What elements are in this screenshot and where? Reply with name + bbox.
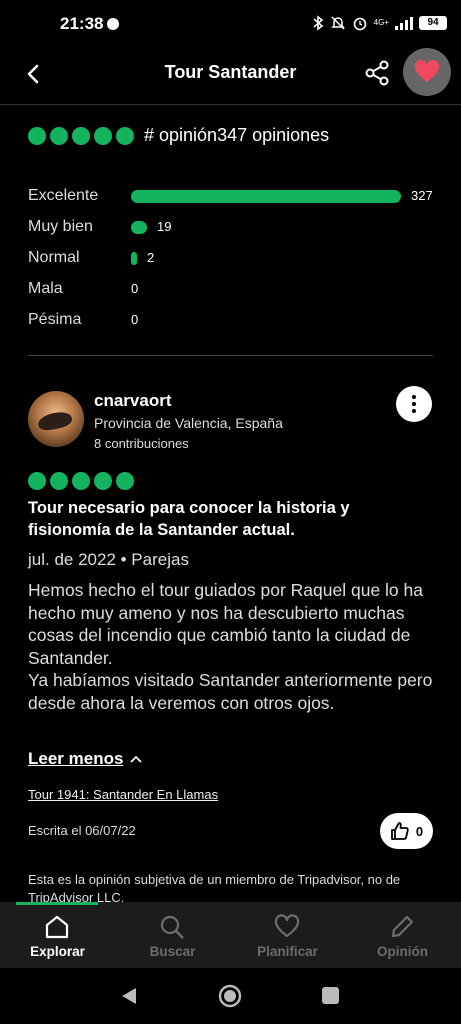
rating-level-label: Muy bien (28, 218, 93, 235)
system-home-icon[interactable] (218, 984, 242, 1008)
system-navigation-bar (0, 968, 461, 1024)
status-time: 21:38 (60, 14, 104, 33)
rating-distribution-row[interactable]: Excelente 327 (28, 183, 438, 214)
written-date: Escrita el 06/07/22 (28, 823, 136, 838)
helpful-vote-button[interactable]: 0 (380, 813, 433, 849)
thumbs-up-icon (390, 822, 409, 840)
mute-bell-icon (330, 16, 345, 30)
battery-icon: 94 (419, 16, 447, 30)
search-icon (160, 915, 184, 939)
tab-planificar[interactable]: Planificar (230, 902, 345, 968)
more-dot-icon (412, 409, 416, 413)
save-favorite-button[interactable] (403, 48, 451, 96)
alarm-icon (353, 17, 366, 31)
signal-icon (395, 16, 413, 30)
more-dot-icon (412, 402, 416, 406)
rating-bar (131, 252, 137, 265)
bluetooth-icon (313, 15, 323, 31)
heart-icon (274, 914, 300, 938)
rating-bubble-icon (72, 126, 90, 145)
app-header: Tour Santander (0, 48, 461, 105)
bottom-navigation: Explorar Buscar Planificar Opinión (0, 902, 461, 968)
rating-level-label: Excelente (28, 187, 99, 204)
rating-distribution-row[interactable]: Mala 0 (28, 276, 438, 307)
tab-label: Planificar (257, 944, 318, 959)
screen: 21:38 4G+ 94 Tour Santander # opinión347… (0, 0, 461, 1024)
rating-bubble-icon (94, 126, 112, 145)
reviewer-name[interactable]: cnarvaort (94, 391, 171, 411)
home-icon (45, 915, 69, 939)
more-options-button[interactable] (396, 386, 432, 422)
rating-bar (131, 221, 147, 234)
divider (28, 355, 433, 356)
rating-level-count: 2 (147, 250, 155, 265)
reviewer-contributions: 8 contribuciones (94, 436, 189, 451)
share-icon[interactable] (362, 58, 392, 88)
reviewer-location: Provincia de Valencia, España (94, 415, 283, 431)
network-type: 4G+ (373, 18, 389, 27)
rating-level-count: 0 (131, 281, 139, 296)
helpful-count: 0 (415, 823, 424, 839)
tab-label: Explorar (30, 944, 85, 959)
rating-distribution: Excelente 327 Muy bien 19 Normal 2 Mala 0 Pésima… (28, 183, 438, 338)
rating-summary: # opinión347 opiniones (28, 125, 329, 146)
tab-label: Buscar (149, 944, 196, 959)
rating-bubble-icon (28, 126, 46, 145)
rating-bubble-icon (72, 472, 90, 490)
rating-level-label: Mala (28, 280, 63, 297)
review-count-text: # opinión347 opiniones (144, 125, 330, 145)
system-back-icon[interactable] (120, 986, 138, 1006)
rating-level-count: 327 (411, 188, 433, 203)
rating-bubble-icon (50, 472, 68, 490)
notification-dot-icon (107, 18, 119, 30)
review-body: Hemos hecho el tour guiados por Raquel q… (28, 580, 433, 713)
review-date-type: jul. de 2022 • Parejas (28, 550, 189, 569)
rating-level-count: 19 (157, 219, 172, 234)
rating-bubble-icon (116, 126, 134, 145)
rating-bubbles (28, 126, 134, 145)
tab-buscar[interactable]: Buscar (115, 902, 230, 968)
more-dot-icon (412, 395, 416, 399)
rating-bubble-icon (50, 126, 68, 145)
pencil-icon (391, 915, 414, 938)
status-bar: 21:38 4G+ 94 (0, 0, 461, 50)
read-less-link[interactable]: Leer menos (28, 749, 123, 769)
rating-distribution-row[interactable]: Muy bien 19 (28, 214, 438, 245)
heart-filled-icon (414, 60, 440, 82)
rating-distribution-row[interactable]: Normal 2 (28, 245, 438, 276)
review-rating-bubbles (28, 472, 134, 490)
tour-link[interactable]: Tour 1941: Santander En Llamas (28, 787, 218, 802)
tab-opinion[interactable]: Opinión (345, 902, 460, 968)
rating-distribution-row[interactable]: Pésima 0 (28, 307, 438, 338)
avatar[interactable] (28, 391, 84, 447)
rating-bubble-icon (94, 472, 112, 490)
rating-bar (131, 190, 401, 203)
rating-level-label: Pésima (28, 311, 82, 328)
chevron-up-icon[interactable] (128, 749, 144, 769)
rating-level-count: 0 (131, 312, 139, 327)
rating-bubble-icon (116, 472, 134, 490)
system-recents-icon[interactable] (322, 987, 339, 1004)
tab-label: Opinión (377, 944, 428, 959)
status-icons: 4G+ 94 (312, 15, 447, 31)
rating-level-label: Normal (28, 249, 80, 266)
review-title: Tour necesario para conocer la historia … (28, 499, 350, 539)
tab-explorar[interactable]: Explorar (0, 902, 115, 968)
rating-bubble-icon (28, 472, 46, 490)
